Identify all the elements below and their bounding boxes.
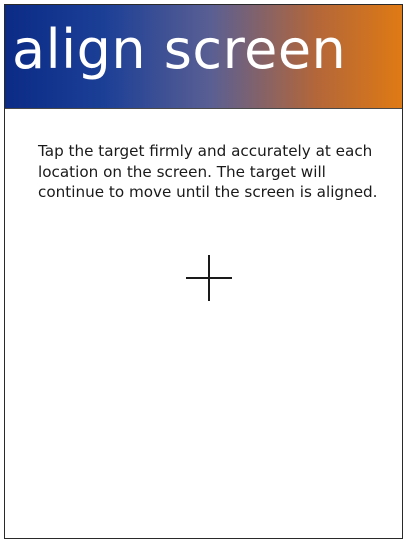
crosshair-vertical-line [208,255,210,301]
page-title: align screen [12,18,347,81]
title-bar: align screen [5,5,402,109]
crosshair-icon[interactable] [186,255,232,301]
instructions-text: Tap the target firmly and accurately at … [38,142,378,201]
align-screen-window: align screen Tap the target firmly and a… [4,4,403,539]
